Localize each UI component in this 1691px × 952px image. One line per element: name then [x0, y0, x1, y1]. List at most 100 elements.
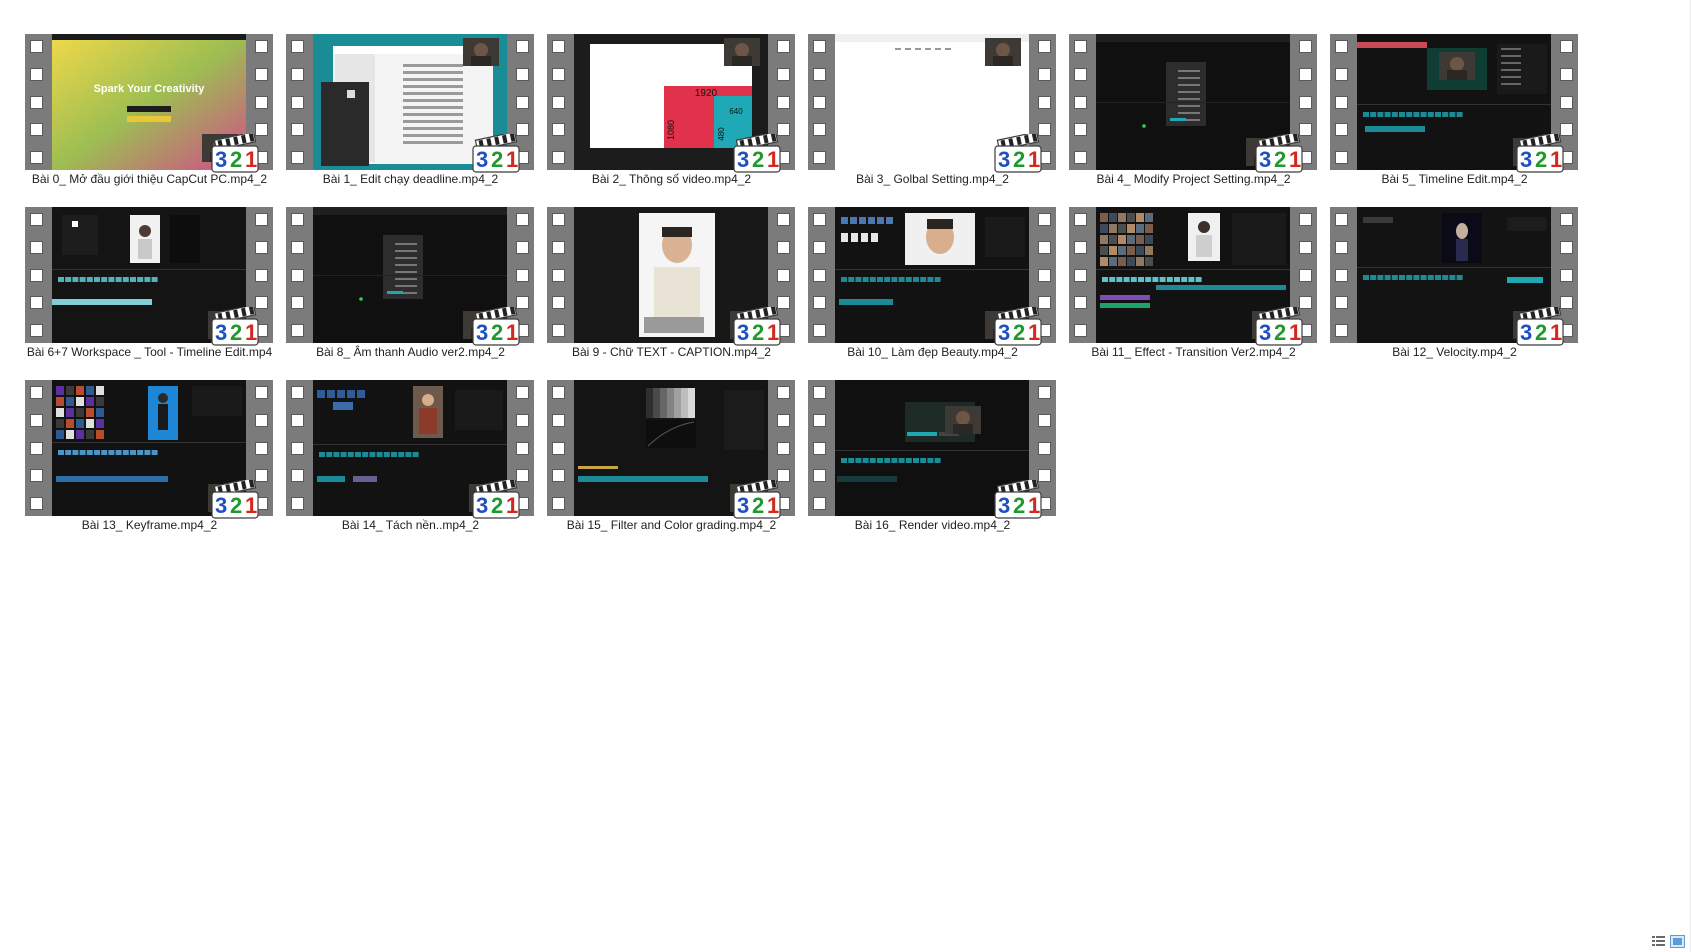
svg-text:640: 640	[729, 107, 743, 116]
film-hole	[291, 413, 304, 427]
video-file-item[interactable]: 3 2 1 Bài 8_ Âm thanh Audio ver2.mp4_2	[261, 173, 542, 359]
film-hole	[552, 497, 565, 510]
film-hole	[291, 469, 304, 483]
media-player-classic-321-icon: 321	[1516, 134, 1564, 173]
svg-text:2: 2	[1535, 147, 1547, 172]
film-hole	[552, 268, 565, 282]
media-player-classic-321-icon: 321	[733, 307, 781, 346]
video-file-item[interactable]: 3 2 1 Bài 9 - Chữ TEXT - CAPTION.mp4_2	[522, 173, 803, 359]
svg-text:1: 1	[1028, 320, 1040, 345]
film-hole	[291, 40, 304, 53]
details-view-icon[interactable]	[1651, 935, 1666, 948]
film-hole	[1335, 324, 1348, 337]
film-hole	[1074, 324, 1087, 337]
svg-text:3: 3	[737, 493, 749, 518]
media-player-classic-321-icon: 321	[994, 480, 1042, 519]
video-file-item[interactable]: Spark Your Creativity 3 2 1 Bài 0_ Mở đầu gi…	[0, 0, 281, 186]
film-hole	[1074, 40, 1087, 53]
film-hole	[291, 213, 304, 226]
video-file-item[interactable]: 3 2 1 Bài 10_ Làm đẹp Beauty.mp4_2	[783, 173, 1064, 359]
video-file-item[interactable]: 3 2 1 Bài 1_ Edit chạy deadline.mp4_2	[261, 0, 542, 186]
svg-text:2: 2	[1013, 147, 1025, 172]
film-hole	[291, 123, 304, 137]
film-perforations	[813, 386, 826, 510]
svg-text:1920: 1920	[695, 88, 718, 99]
svg-text:3: 3	[1259, 320, 1271, 345]
video-file-item[interactable]: 3 2 1 Bài 11_ Effect - Transition Ver2.mp4_…	[1044, 173, 1325, 359]
film-perforations	[30, 386, 43, 510]
film-hole	[1335, 67, 1348, 81]
file-name-label[interactable]: Bài 15_ Filter and Color grading.mp4_2	[522, 518, 821, 532]
svg-text:3: 3	[998, 147, 1010, 172]
media-player-classic-321-icon: 321	[211, 134, 259, 173]
video-file-item[interactable]: 3 2 1 Bài 16_ Render video.mp4_2	[783, 346, 1064, 532]
film-perforations	[813, 213, 826, 337]
svg-text:2: 2	[752, 320, 764, 345]
film-hole	[813, 123, 826, 137]
film-perforations	[552, 213, 565, 337]
film-hole	[1560, 240, 1573, 254]
film-hole	[552, 441, 565, 455]
svg-text:2: 2	[752, 493, 764, 518]
svg-text:3: 3	[476, 320, 488, 345]
svg-text:1: 1	[1028, 147, 1040, 172]
film-hole	[30, 40, 43, 53]
film-hole	[30, 497, 43, 510]
film-hole	[291, 268, 304, 282]
film-hole	[1560, 67, 1573, 81]
media-player-classic-321-icon: 321	[994, 134, 1042, 173]
file-name-label[interactable]: Bài 12_ Velocity.mp4_2	[1305, 345, 1604, 359]
media-player-classic-321-icon: 321	[733, 480, 781, 519]
video-file-item[interactable]: 3 2 1 Bài 6+7 Workspace _ Tool - Timeline E…	[0, 173, 281, 359]
film-hole	[30, 95, 43, 109]
svg-text:1: 1	[245, 320, 257, 345]
media-player-classic-321-icon: 321	[472, 307, 520, 346]
film-hole	[552, 151, 565, 164]
large-icons-view-icon[interactable]	[1670, 935, 1685, 948]
media-player-classic-321-icon: 321	[1516, 307, 1564, 346]
file-name-label[interactable]: Bài 14_ Tách nền..mp4_2	[261, 518, 560, 532]
svg-text:2: 2	[230, 147, 242, 172]
film-hole	[813, 441, 826, 455]
svg-text:3: 3	[215, 493, 227, 518]
video-file-item[interactable]: 3 2 1 Bài 5_ Timeline Edit.mp4_2	[1305, 0, 1586, 186]
svg-text:2: 2	[1535, 320, 1547, 345]
film-hole	[291, 441, 304, 455]
svg-text:2: 2	[1013, 493, 1025, 518]
film-hole	[1074, 151, 1087, 164]
video-file-item[interactable]: 3 2 1 Bài 3_ Golbal Setting.mp4_2	[783, 0, 1064, 186]
svg-text:1: 1	[767, 493, 779, 518]
film-perforations	[291, 40, 304, 164]
film-perforations	[30, 40, 43, 164]
film-hole	[1335, 123, 1348, 137]
svg-text:2: 2	[752, 147, 764, 172]
video-file-item[interactable]: 1920 1080 640 480 3 2 1 Bài 2_ Thông số video.m…	[522, 0, 803, 186]
svg-text:1: 1	[1028, 493, 1040, 518]
film-hole	[30, 240, 43, 254]
film-hole	[1335, 296, 1348, 310]
film-hole	[1335, 240, 1348, 254]
svg-text:1: 1	[1550, 147, 1562, 172]
film-perforations	[1074, 40, 1087, 164]
video-file-item[interactable]: 3 2 1 Bài 15_ Filter and Color grading.mp4_…	[522, 346, 803, 532]
svg-text:1: 1	[1550, 320, 1562, 345]
file-name-label[interactable]: Bài 16_ Render video.mp4_2	[783, 518, 1082, 532]
file-name-label[interactable]: Bài 11_ Effect - Transition Ver2.mp4_2	[1044, 345, 1343, 359]
film-perforations	[552, 386, 565, 510]
video-file-item[interactable]: 3 2 1 Bài 4_ Modify Project Setting.mp4_2	[1044, 0, 1325, 186]
svg-text:3: 3	[998, 320, 1010, 345]
media-player-classic-321-icon: 321	[211, 480, 259, 519]
film-hole	[813, 67, 826, 81]
media-player-classic-321-icon: 321	[1255, 134, 1303, 173]
video-file-item[interactable]: 3 2 1 Bài 12_ Velocity.mp4_2	[1305, 173, 1586, 359]
video-file-item[interactable]: 3 2 1 Bài 14_ Tách nền..mp4_2	[261, 346, 542, 532]
film-hole	[1335, 268, 1348, 282]
svg-text:3: 3	[215, 147, 227, 172]
file-name-label[interactable]: Bài 13_ Keyframe.mp4_2	[0, 518, 299, 532]
media-player-classic-321-icon: 321	[1255, 307, 1303, 346]
video-file-item[interactable]: 3 2 1 Bài 13_ Keyframe.mp4_2	[0, 346, 281, 532]
media-player-classic-321-icon: 321	[994, 307, 1042, 346]
film-hole	[552, 95, 565, 109]
film-hole	[30, 151, 43, 164]
svg-text:1: 1	[1289, 147, 1301, 172]
